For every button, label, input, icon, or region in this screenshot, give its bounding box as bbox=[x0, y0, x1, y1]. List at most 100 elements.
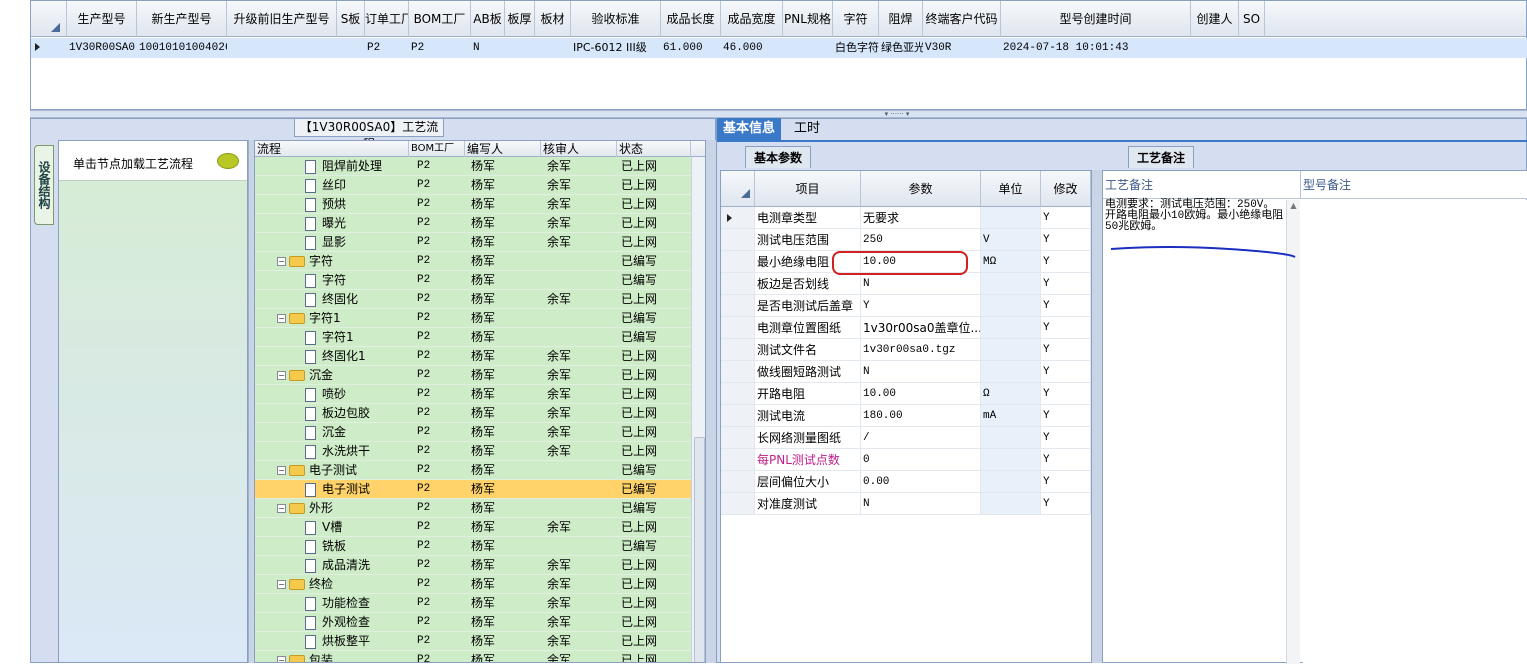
tree-row[interactable]: 烘板整平 P2 杨军 余军 已上网 bbox=[255, 632, 691, 651]
grid-cell[interactable]: 白色字符 bbox=[833, 38, 879, 58]
tree-row[interactable]: − 终检 P2 杨军 余军 已上网 bbox=[255, 575, 691, 594]
grid-cell[interactable]: 1V30R00SA0 bbox=[67, 38, 137, 58]
param-cell-mod[interactable]: Y bbox=[1041, 207, 1091, 229]
collapse-icon[interactable]: − bbox=[277, 504, 286, 513]
param-cell-unit[interactable] bbox=[981, 295, 1041, 317]
vertical-tab-equipment-structure[interactable]: 设备结构 bbox=[34, 145, 54, 225]
param-row-header[interactable] bbox=[721, 317, 755, 339]
param-cell-value[interactable]: N bbox=[861, 361, 981, 383]
param-cell-value[interactable]: Y bbox=[861, 295, 981, 317]
param-cell-unit[interactable]: MΩ bbox=[981, 251, 1041, 273]
tree-row[interactable]: 板边包胶 P2 杨军 余军 已上网 bbox=[255, 404, 691, 423]
grid-header-cell[interactable]: 新生产型号 bbox=[137, 1, 227, 37]
param-cell-mod[interactable]: Y bbox=[1041, 493, 1091, 515]
param-row-header[interactable] bbox=[721, 207, 755, 229]
param-cell-item[interactable]: 长网络测量图纸 bbox=[755, 427, 861, 449]
param-cell-mod[interactable]: Y bbox=[1041, 405, 1091, 427]
grid-header-cell[interactable]: 验收标准 bbox=[571, 1, 661, 37]
tree-scrollbar-thumb[interactable] bbox=[694, 437, 705, 662]
param-cell-mod[interactable]: Y bbox=[1041, 361, 1091, 383]
param-cell-unit[interactable] bbox=[981, 361, 1041, 383]
grid-cell[interactable]: 绿色亚光 bbox=[879, 38, 923, 58]
grid-header-cell[interactable]: BOM工厂 bbox=[409, 1, 471, 37]
note-scrollbar[interactable]: ▲ bbox=[1286, 200, 1300, 664]
param-cell-mod[interactable]: Y bbox=[1041, 317, 1091, 339]
param-row-header[interactable] bbox=[721, 405, 755, 427]
param-cell-unit[interactable] bbox=[981, 273, 1041, 295]
center-splitter[interactable] bbox=[706, 140, 716, 663]
grid-header-cell[interactable]: 字符 bbox=[833, 1, 879, 37]
param-cell-mod[interactable]: Y bbox=[1041, 339, 1091, 361]
param-row-header[interactable] bbox=[721, 273, 755, 295]
tree-row[interactable]: − 沉金 P2 杨军 余军 已上网 bbox=[255, 366, 691, 385]
grid-cell[interactable] bbox=[337, 38, 365, 58]
tree-row[interactable]: − 外形 P2 杨军 已编写 bbox=[255, 499, 691, 518]
param-header-cell[interactable]: 修改 bbox=[1041, 171, 1091, 207]
tree-scrollbar[interactable] bbox=[691, 157, 705, 662]
collapse-icon[interactable]: − bbox=[277, 580, 286, 589]
tree-row[interactable]: 喷砂 P2 杨军 余军 已上网 bbox=[255, 385, 691, 404]
grid-cell[interactable]: P2 bbox=[365, 38, 409, 58]
param-cell-unit[interactable]: Ω bbox=[981, 383, 1041, 405]
grid-cell[interactable]: 10010101004026 bbox=[137, 38, 227, 58]
param-row-header[interactable] bbox=[721, 493, 755, 515]
grid-header-cell[interactable]: 生产型号 bbox=[67, 1, 137, 37]
tree-row[interactable]: 曝光 P2 杨军 余军 已上网 bbox=[255, 214, 691, 233]
param-cell-unit[interactable] bbox=[981, 427, 1041, 449]
collapse-icon[interactable]: − bbox=[277, 371, 286, 380]
tree-row[interactable]: 字符 P2 杨军 已编写 bbox=[255, 271, 691, 290]
grid-cell[interactable] bbox=[1239, 38, 1265, 58]
horizontal-splitter[interactable]: ▾ ······ ▾ bbox=[30, 110, 1527, 118]
grid-header-cell[interactable]: 阻焊 bbox=[879, 1, 923, 37]
tree-row[interactable]: − 电子测试 P2 杨军 已编写 bbox=[255, 461, 691, 480]
param-cell-item[interactable]: 每PNL测试点数 bbox=[755, 449, 861, 471]
param-row-header[interactable] bbox=[721, 251, 755, 273]
grid-cell[interactable]: N bbox=[471, 38, 505, 58]
tree-row[interactable]: 成品清洗 P2 杨军 余军 已上网 bbox=[255, 556, 691, 575]
param-cell-item[interactable]: 测试文件名 bbox=[755, 339, 861, 361]
grid-header-cell[interactable]: 板厚 bbox=[505, 1, 535, 37]
param-row-header[interactable] bbox=[721, 427, 755, 449]
param-row-header[interactable] bbox=[721, 361, 755, 383]
grid-cell[interactable]: P2 bbox=[409, 38, 471, 58]
tab-basic-info[interactable]: 基本信息 bbox=[717, 118, 782, 140]
grid-header-cell[interactable]: 订单工厂 bbox=[365, 1, 409, 37]
param-cell-mod[interactable]: Y bbox=[1041, 229, 1091, 251]
param-cell-item[interactable]: 板边是否划线 bbox=[755, 273, 861, 295]
grid-cell[interactable]: IPC-6012 III级 bbox=[571, 38, 661, 58]
param-cell-item[interactable]: 测试电流 bbox=[755, 405, 861, 427]
tree-header-cell[interactable]: BOM工厂 bbox=[409, 141, 465, 157]
grid-header-cell[interactable]: 型号创建时间 bbox=[1001, 1, 1191, 37]
tree-row[interactable]: V槽 P2 杨军 余军 已上网 bbox=[255, 518, 691, 537]
process-note-text[interactable]: 电测要求：测试电压范围：250V。开路电阻最小10欧姆。最小绝缘电阻50兆欧姆。 bbox=[1105, 200, 1285, 233]
grid-cell[interactable]: V30R bbox=[923, 38, 1001, 58]
tree-row[interactable]: 预烘 P2 杨军 余军 已上网 bbox=[255, 195, 691, 214]
param-cell-value[interactable]: 250 bbox=[861, 229, 981, 251]
param-row-header[interactable] bbox=[721, 471, 755, 493]
param-cell-value[interactable]: N bbox=[861, 493, 981, 515]
collapse-icon[interactable]: − bbox=[277, 257, 286, 266]
collapse-icon[interactable]: − bbox=[277, 314, 286, 323]
load-hint-box[interactable]: 单击节点加载工艺流程 bbox=[59, 141, 247, 181]
grid-cell[interactable] bbox=[227, 38, 337, 58]
param-cell-item[interactable]: 电测章位置图纸 bbox=[755, 317, 861, 339]
grid-header-cell[interactable]: PNL规格 bbox=[783, 1, 833, 37]
param-cell-value[interactable]: 180.00 bbox=[861, 405, 981, 427]
param-header-cell[interactable]: 项目 bbox=[755, 171, 861, 207]
param-cell-value[interactable]: 1v30r00sa0.tgz bbox=[861, 339, 981, 361]
param-cell-unit[interactable]: V bbox=[981, 229, 1041, 251]
grid-cell[interactable] bbox=[1191, 38, 1239, 58]
model-note-text[interactable] bbox=[1303, 200, 1527, 664]
grid-header-cell[interactable]: 终端客户代码 bbox=[923, 1, 1001, 37]
param-header-cell[interactable]: 参数 bbox=[861, 171, 981, 207]
tree-row[interactable]: 功能检查 P2 杨军 余军 已上网 bbox=[255, 594, 691, 613]
grid-header-cell[interactable]: AB板 bbox=[471, 1, 505, 37]
param-cell-mod[interactable]: Y bbox=[1041, 449, 1091, 471]
tab-work-hours[interactable]: 工时 bbox=[788, 118, 826, 140]
tree-header-cell[interactable]: 编写人 bbox=[465, 141, 541, 157]
grid-cell[interactable]: 61.000 bbox=[661, 38, 721, 58]
grid-header-cell[interactable]: 板材 bbox=[535, 1, 571, 37]
tree-header-cell[interactable]: 状态 bbox=[617, 141, 691, 157]
tree-row[interactable]: − 包装 P2 杨军 余军 已上网 bbox=[255, 651, 691, 662]
param-row-header[interactable] bbox=[721, 295, 755, 317]
